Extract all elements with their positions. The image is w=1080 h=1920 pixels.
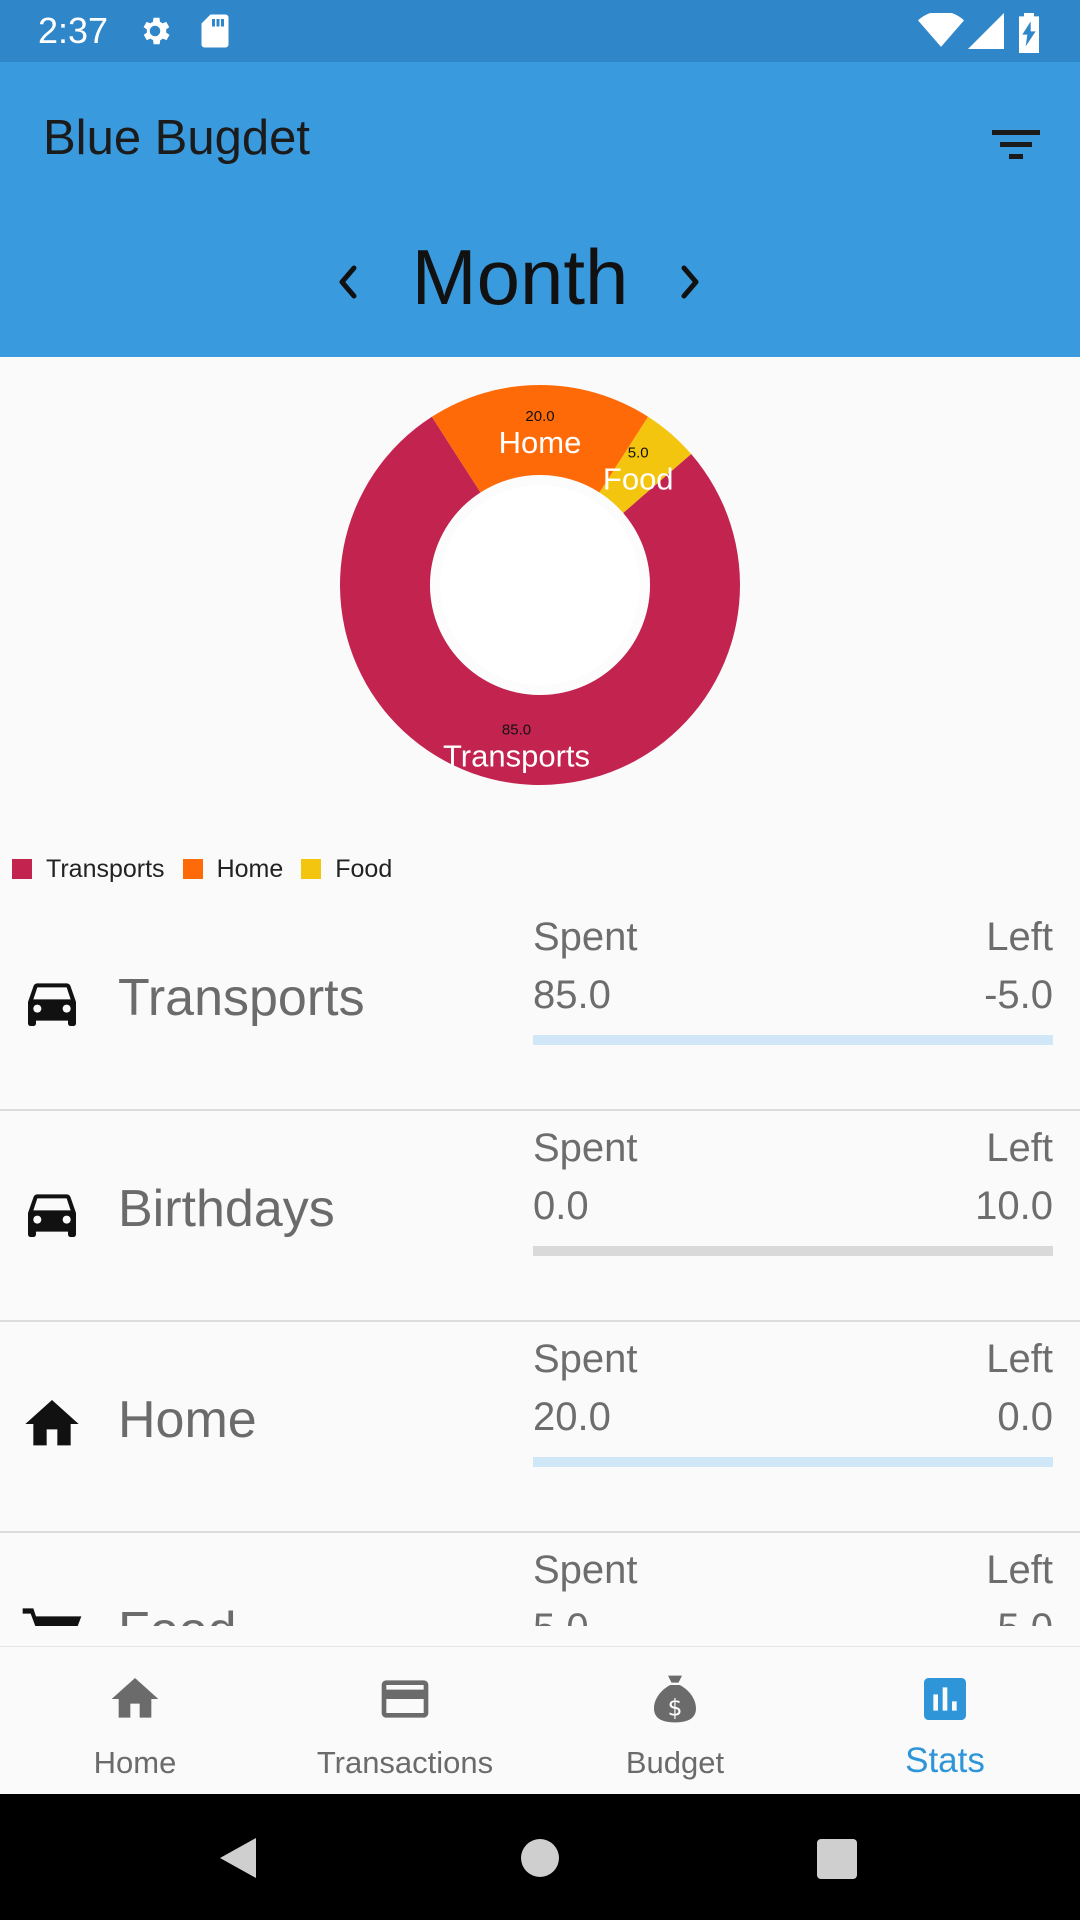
car-icon xyxy=(28,1194,76,1237)
donut-hole xyxy=(440,485,640,685)
spent-value: 5.0 xyxy=(533,1606,589,1626)
spent-value: 20.0 xyxy=(533,1395,611,1439)
category-name: Food xyxy=(118,1601,237,1626)
battery-charging-icon xyxy=(1019,13,1039,53)
home-icon xyxy=(25,1400,79,1446)
left-label: Left xyxy=(986,1126,1053,1170)
sd-card-icon xyxy=(201,14,229,48)
left-value: 10.0 xyxy=(975,1184,1053,1228)
budget-progress-bar xyxy=(533,1035,1053,1045)
nav-label: Transactions xyxy=(316,1745,494,1780)
legend-swatch xyxy=(301,859,322,879)
chevron-right-icon xyxy=(681,265,699,299)
chart-legend: Transports Home Food xyxy=(12,854,410,884)
bar-chart-icon xyxy=(924,1678,966,1720)
home-icon xyxy=(111,1678,159,1718)
legend-label: Transports xyxy=(46,854,165,883)
spent-label: Spent xyxy=(533,915,638,959)
spent-label: Spent xyxy=(533,1337,638,1381)
money-bag-icon: $ xyxy=(654,1675,696,1723)
slice-category-label: Home xyxy=(499,425,582,460)
app-bar: Blue Bugdet Month xyxy=(0,62,1080,357)
category-name: Birthdays xyxy=(118,1180,335,1238)
cart-icon xyxy=(22,1608,82,1626)
category-row-transports[interactable]: Transports Spent 85.0 Left -5.0 xyxy=(0,900,1080,1111)
category-row-home[interactable]: Home Spent 20.0 Left 0.0 xyxy=(0,1322,1080,1533)
left-value: 5.0 xyxy=(997,1606,1053,1626)
nav-budget[interactable]: $ Budget xyxy=(540,1647,810,1795)
home-system-button[interactable] xyxy=(520,1838,560,1878)
next-period-button[interactable] xyxy=(666,254,714,310)
svg-text:$: $ xyxy=(668,1693,683,1721)
chevron-left-icon xyxy=(339,265,357,299)
spending-donut-chart[interactable]: 85.0Transports 20.0Home 5.0Food xyxy=(330,380,750,800)
legend-swatch xyxy=(182,859,203,879)
nav-stats[interactable]: Stats xyxy=(810,1647,1080,1795)
budget-progress-fill xyxy=(533,1035,1053,1045)
left-label: Left xyxy=(986,915,1053,959)
signal-icon xyxy=(968,13,1004,49)
slice-value-label: 85.0 xyxy=(502,721,531,738)
status-bar: 2:37 xyxy=(0,0,1080,62)
category-list[interactable]: Transports Spent 85.0 Left -5.0 Birthdays Spen… xyxy=(0,900,1080,1626)
category-row-birthdays[interactable]: Birthdays Spent 0.0 Left 10.0 xyxy=(0,1111,1080,1322)
filter-button[interactable] xyxy=(980,112,1052,176)
budget-progress-bar xyxy=(533,1457,1053,1467)
left-value: 0.0 xyxy=(997,1395,1053,1439)
legend-item-food: Food xyxy=(301,855,392,884)
previous-period-button[interactable] xyxy=(324,254,372,310)
category-name: Transports xyxy=(118,969,365,1027)
app-title: Blue Bugdet xyxy=(43,111,310,165)
period-selector: Month xyxy=(0,232,1080,342)
left-label: Left xyxy=(986,1548,1053,1592)
nav-label: Budget xyxy=(625,1745,725,1780)
bottom-navigation: Home Transactions $ Budget Stats xyxy=(0,1646,1080,1794)
system-navigation-bar xyxy=(0,1794,1080,1920)
slice-category-label: Transports xyxy=(443,738,590,773)
wifi-icon xyxy=(918,13,964,47)
spent-label: Spent xyxy=(533,1548,638,1592)
category-name: Home xyxy=(118,1391,257,1449)
car-icon xyxy=(28,983,76,1026)
spent-value: 85.0 xyxy=(533,973,611,1017)
legend-swatch xyxy=(12,859,32,879)
slice-value-label: 20.0 xyxy=(525,408,554,425)
spent-label: Spent xyxy=(533,1126,638,1170)
filter-icon xyxy=(992,130,1040,159)
settings-icon xyxy=(143,17,170,45)
legend-item-transports: Transports xyxy=(12,855,165,884)
period-label: Month xyxy=(411,233,629,321)
category-row-food[interactable]: Food Spent 5.0 Left 5.0 xyxy=(0,1533,1080,1626)
nav-transactions[interactable]: Transactions xyxy=(270,1647,540,1795)
slice-value-label: 5.0 xyxy=(628,445,649,462)
credit-card-icon xyxy=(381,1680,429,1718)
home-circle-icon xyxy=(521,1839,559,1877)
recents-button[interactable] xyxy=(817,1839,857,1879)
budget-progress-bar xyxy=(533,1246,1053,1256)
left-value: -5.0 xyxy=(984,973,1053,1017)
legend-label: Food xyxy=(335,854,393,883)
nav-home[interactable]: Home xyxy=(0,1647,270,1795)
nav-label: Stats xyxy=(905,1741,985,1780)
budget-progress-fill xyxy=(533,1457,1053,1467)
nav-label: Home xyxy=(93,1745,177,1780)
recents-square-icon xyxy=(817,1839,857,1879)
left-label: Left xyxy=(986,1337,1053,1381)
back-triangle-icon xyxy=(220,1838,256,1878)
back-button[interactable] xyxy=(216,1834,260,1882)
spent-value: 0.0 xyxy=(533,1184,589,1228)
slice-category-label: Food xyxy=(603,462,674,497)
legend-item-home: Home xyxy=(182,854,284,884)
status-time: 2:37 xyxy=(38,10,109,51)
legend-label: Home xyxy=(216,854,284,883)
